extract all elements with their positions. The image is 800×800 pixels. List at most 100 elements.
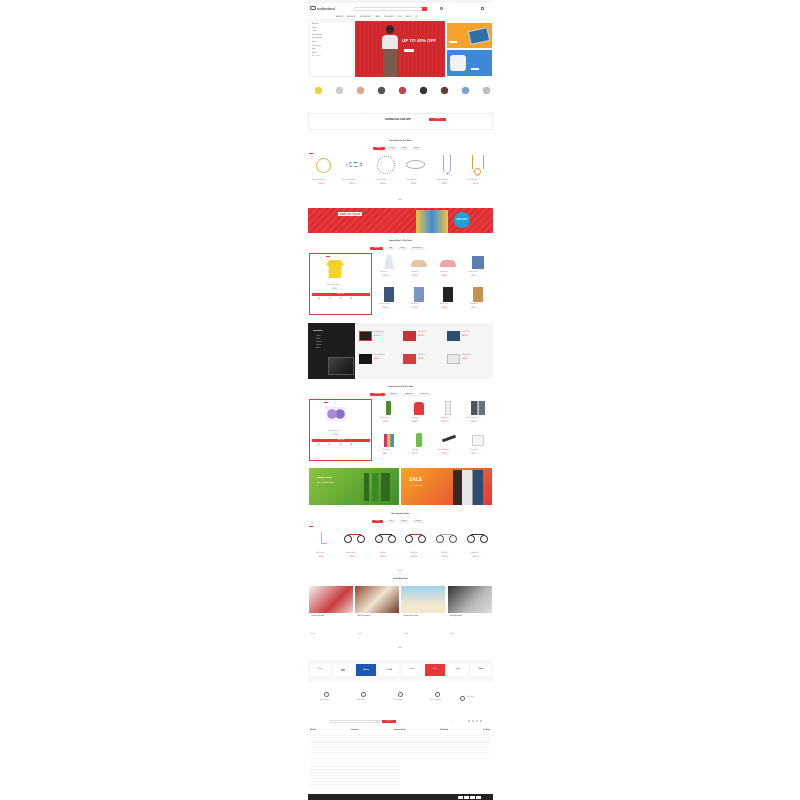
search-button[interactable]	[422, 7, 427, 11]
hero-shop-button[interactable]	[404, 49, 414, 52]
nav-item[interactable]: FEATURES	[336, 17, 343, 18]
electronics-menu-item[interactable]: Televisions	[316, 342, 322, 343]
product-card[interactable]: Kids Jeans $27.00	[404, 285, 434, 315]
category-item[interactable]: Sports	[312, 42, 322, 43]
brand-logo[interactable]: Chicco	[356, 664, 376, 676]
logo[interactable]: unlimited	[317, 6, 335, 11]
tab-shoes[interactable]: Shoes	[412, 147, 421, 150]
tab-skin-care[interactable]: Skin Care	[370, 393, 385, 396]
nav-item[interactable]: CONTACT	[405, 17, 411, 18]
tab-accessories[interactable]: Accessories	[410, 247, 425, 250]
side-banner-2[interactable]: Audio Deals	[447, 50, 492, 76]
featured-card[interactable]: NEW Kids Yellow T-Shirt $24.00 Add to Ca…	[309, 253, 372, 315]
category-item[interactable]: Beauty & Health	[312, 38, 322, 39]
nav-item[interactable]: PAGES	[375, 17, 379, 18]
category-item[interactable]: Shoes	[312, 53, 322, 54]
category-thumb[interactable]	[415, 82, 432, 99]
product-card[interactable]: Kids Bike $159.00	[432, 526, 461, 566]
tab-rings[interactable]: Rings	[388, 147, 397, 150]
product-card[interactable]: Hair Straightener $39.00	[433, 431, 463, 461]
category-thumb[interactable]	[478, 82, 493, 99]
tab-jewelry[interactable]: Jewelry	[373, 147, 385, 150]
nav-item[interactable]: SINGLE PRODUCT	[360, 17, 372, 18]
blog-card[interactable]: Summer Beach Looks Dec 08	[401, 586, 446, 646]
app-download-button[interactable]: Download	[429, 118, 446, 122]
product-card[interactable]: Gaming Monitor $349.00	[358, 351, 402, 372]
category-item[interactable]: Electronics	[312, 24, 322, 25]
category-item[interactable]: Jewelry	[312, 31, 322, 32]
side-banner-1[interactable]: Tablet Sale	[447, 23, 492, 48]
subscribe-button[interactable]: Subscribe	[382, 719, 396, 723]
product-card[interactable]: Aloe Gel $12.00	[404, 431, 434, 461]
product-card[interactable]: Girls Dress $32.00	[374, 253, 404, 283]
promo-beauty[interactable]: Beauty & Health UP TO 60% OFF	[309, 468, 399, 505]
tab-shoes[interactable]: Shoes	[398, 247, 407, 250]
brand-logo[interactable]: Gucci	[471, 664, 491, 676]
category-thumb[interactable]	[373, 82, 390, 99]
featured-card[interactable]: NEW Purple Soap Set $18.00 Add to Cart 3…	[309, 399, 372, 461]
product-card[interactable]: Black Dress $35.00	[433, 285, 463, 315]
product-card[interactable]: Men Grooming Kit $33.00	[463, 399, 493, 429]
hero-banner[interactable]: UP TO 40% OFF Winter Collection	[355, 21, 445, 77]
product-card[interactable]: Body Lotion $15.00	[433, 399, 463, 429]
category-item[interactable]: Fashion	[312, 28, 322, 29]
category-thumb[interactable]	[310, 82, 327, 99]
electronics-menu-item[interactable]: Cameras	[316, 345, 322, 346]
twitter-icon[interactable]	[471, 720, 475, 723]
brand-logo[interactable]: Brand	[310, 664, 330, 676]
product-card[interactable]: Nail Polish $9.00	[374, 431, 404, 461]
category-thumb[interactable]	[457, 82, 474, 99]
product-card[interactable]: Smart TV 43" $459.00	[402, 328, 446, 349]
facebook-icon[interactable]	[468, 720, 471, 723]
product-card[interactable]: Smart Monitor $299.00	[358, 328, 402, 349]
category-item[interactable]: Bags	[312, 49, 322, 50]
tab-hair-care[interactable]: Hair Care	[418, 393, 431, 396]
category-item[interactable]: All Categories	[312, 56, 322, 57]
brand-logo[interactable]: Lightly	[448, 664, 468, 676]
tab-bikes[interactable]: Bikes	[372, 520, 383, 523]
category-item[interactable]: Home & Kitchen	[312, 35, 322, 36]
product-card[interactable]: Cream Jar $21.00	[463, 431, 493, 461]
blog-card[interactable]: Christmas Gift Ideas Dec 12	[309, 586, 353, 646]
product-card[interactable]: City Bike $289.00	[371, 526, 400, 566]
blog-card[interactable]: NEW Street Style Guide Dec 05	[447, 586, 492, 646]
brand-logo[interactable]: Brand	[425, 664, 445, 676]
product-card[interactable]: Printed Shirt $22.00	[463, 285, 493, 315]
promo-sale[interactable]: SALE UP TO 70% OFF	[401, 468, 492, 505]
nav-item[interactable]: SHOP LAYOUT	[347, 17, 356, 18]
nav-item[interactable]: BUY	[415, 17, 418, 18]
tab-kids[interactable]: Kids	[386, 247, 395, 250]
category-thumb[interactable]	[352, 82, 369, 99]
account-link[interactable]: My Account	[484, 1, 491, 2]
cart-label[interactable]: Cart	[485, 7, 488, 8]
product-card[interactable]: Silver Chain Bracelet $42.00	[340, 153, 369, 193]
electronics-menu-item[interactable]: Audio	[316, 348, 322, 349]
tab-fashion[interactable]: Fashion	[370, 247, 383, 250]
blog-card[interactable]: Kids Party Fashion Dec 10	[355, 586, 400, 646]
product-card[interactable]: Hair Dryer $49.00	[404, 399, 434, 429]
side-banner-button[interactable]	[471, 68, 479, 71]
search-input[interactable]	[354, 7, 424, 11]
brand-logo[interactable]: Lacoste	[402, 664, 422, 676]
newsletter-input[interactable]	[330, 719, 380, 723]
category-thumb[interactable]	[436, 82, 453, 99]
product-card[interactable]: Sneakers $45.00	[404, 253, 434, 283]
category-thumb[interactable]	[331, 82, 348, 99]
product-card[interactable]: LED TV 55" $629.00	[446, 328, 490, 349]
nav-item[interactable]: BLOG	[398, 17, 402, 18]
carousel-dots[interactable]	[398, 647, 402, 648]
instagram-icon[interactable]	[475, 720, 479, 723]
product-card[interactable]: Heart Necklace $72.00	[463, 153, 492, 193]
category-item[interactable]: Toys & Games	[312, 46, 322, 47]
tab-makeup[interactable]: Makeup	[388, 393, 399, 396]
youtube-icon[interactable]	[479, 720, 483, 723]
product-card[interactable]: Tablet Pro $389.00	[402, 351, 446, 372]
product-card[interactable]: Mountain Bike $349.00	[340, 526, 369, 566]
electronics-menu-item[interactable]: Laptops	[316, 336, 322, 337]
category-thumb[interactable]	[394, 82, 411, 99]
electronics-menu-item[interactable]: Tablets	[316, 339, 322, 340]
cart-icon[interactable]	[481, 7, 484, 10]
product-card[interactable]: Charm Bracelet $36.00	[401, 153, 430, 193]
end-of-year-banner[interactable]: END OF YEAR 55% OFF	[308, 208, 493, 233]
nav-item[interactable]: TOPS & SKIRTS	[384, 17, 394, 18]
